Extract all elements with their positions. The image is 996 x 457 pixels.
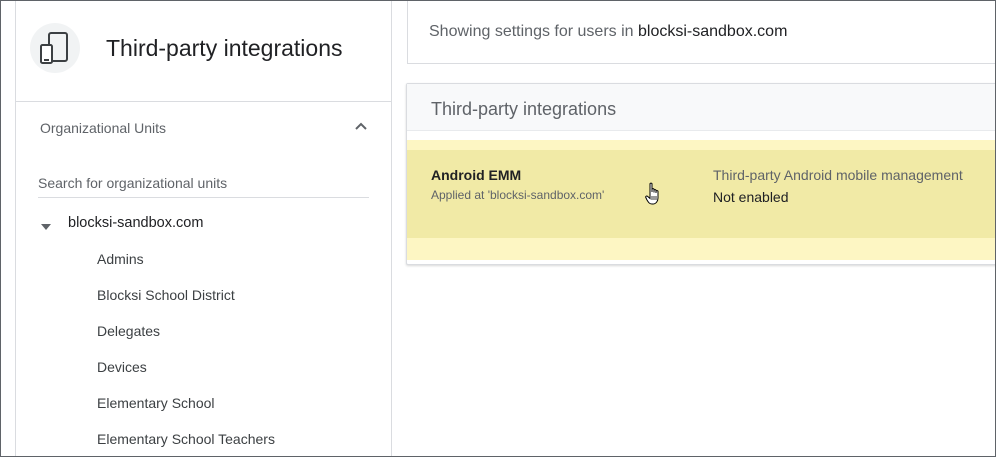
tree-root-label: blocksi-sandbox.com [68,215,204,231]
setting-status: Not enabled [713,189,789,205]
tree-children: Admins Blocksi School District Delegates… [97,247,275,456]
tree-root-item[interactable]: blocksi-sandbox.com [38,213,368,233]
tree-item-devices[interactable]: Devices [97,355,275,391]
devices-icon [30,23,80,73]
ou-section-header[interactable]: Organizational Units [16,103,392,151]
ou-search [38,171,369,198]
left-panel: Third-party integrations Organizational … [15,1,392,456]
setting-row-android-emm[interactable]: Android EMM Applied at 'blocksi-sandbox.… [407,150,995,238]
showing-domain: blocksi-sandbox.com [638,23,788,40]
app-header: Third-party integrations [16,1,392,102]
card-title: Third-party integrations [431,99,617,119]
card-header: Third-party integrations [407,84,995,131]
showing-settings-text: Showing settings for users in blocksi-sa… [429,23,787,41]
setting-applied-at: Applied at 'blocksi-sandbox.com' [431,188,605,202]
tree-item-elementary-school[interactable]: Elementary School [97,391,275,427]
showing-settings-bar: Showing settings for users in blocksi-sa… [407,1,995,64]
tree-item-blocksi-school-district[interactable]: Blocksi School District [97,283,275,319]
showing-prefix: Showing settings for users in [429,23,638,40]
page-title: Third-party integrations [106,35,343,61]
setting-description: Third-party Android mobile management [713,167,963,183]
tree-item-elementary-school-teachers[interactable]: Elementary School Teachers [97,427,275,456]
tree-item-admins[interactable]: Admins [97,247,275,283]
hand-cursor-icon [645,182,661,211]
chevron-up-icon[interactable] [354,119,368,138]
main-content: Showing settings for users in blocksi-sa… [392,1,995,456]
tree-item-delegates[interactable]: Delegates [97,319,275,355]
ou-section-title: Organizational Units [40,120,167,136]
window-frame: Third-party integrations Organizational … [0,0,996,457]
caret-down-icon[interactable] [40,218,52,236]
setting-name: Android EMM [431,167,522,183]
ou-search-input[interactable] [38,171,369,195]
settings-card: Third-party integrations Android EMM App… [406,83,995,265]
